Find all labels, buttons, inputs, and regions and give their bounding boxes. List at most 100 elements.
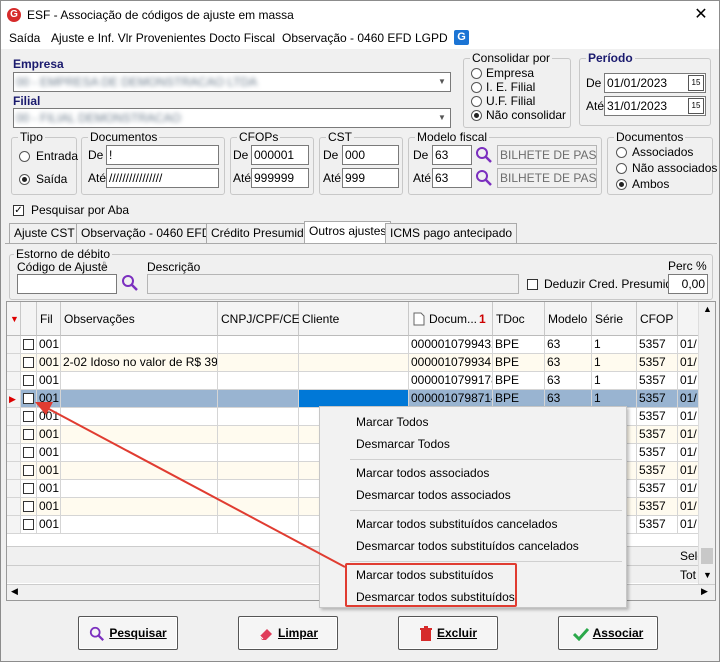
menu-saida[interactable]: Saída	[9, 31, 40, 45]
cst-ate-input[interactable]: 999	[342, 168, 399, 188]
pesquisar-button[interactable]: Pesquisar	[78, 616, 178, 650]
tab-credito-presumido[interactable]: Crédito Presumido	[206, 223, 316, 243]
tab-icms-pago[interactable]: ICMS pago antecipado	[385, 223, 518, 243]
filial-combo[interactable]: 00 - FILIAL DEMONSTRACAO ▼	[13, 108, 451, 128]
radio-saida[interactable]	[19, 174, 30, 185]
row-checkbox[interactable]	[23, 357, 34, 368]
row-checkbox[interactable]	[23, 465, 34, 476]
calendar-icon[interactable]: 15	[688, 75, 704, 91]
cfops-ate-input[interactable]: 999999	[251, 168, 309, 188]
scroll-right-icon[interactable]: ▶	[701, 586, 708, 597]
col-serie[interactable]: Série	[592, 302, 637, 336]
periodo-de-input[interactable]: 01/01/2023 15	[604, 73, 706, 93]
empresa-value: 00 - EMPRESA DE DEMONSTRACAO LTDA	[16, 75, 258, 89]
associar-button[interactable]: Associar	[558, 616, 658, 650]
menu-marcar-todos[interactable]: Marcar Todos	[356, 415, 428, 429]
menu-observacao[interactable]: Observação - 0460 EFD	[282, 31, 411, 45]
excluir-button[interactable]: Excluir	[398, 616, 498, 650]
row-checkbox[interactable]	[23, 429, 34, 440]
row-checkbox-cell	[21, 426, 37, 444]
menu-desmarcar-associados[interactable]: Desmarcar todos associados	[356, 488, 511, 502]
scroll-down-icon[interactable]: ▼	[703, 570, 712, 580]
tab-observacao[interactable]: Observação - 0460 EFD	[76, 223, 216, 243]
documentos-de-label: De	[88, 148, 104, 162]
menu-marcar-substituidos-cancelados[interactable]: Marcar todos substituídos cancelados	[356, 517, 557, 531]
col-fil[interactable]: Fil	[37, 302, 61, 336]
col-documento[interactable]: Docum... 1	[409, 302, 493, 336]
row-checkbox[interactable]	[23, 519, 34, 530]
perc-input[interactable]: 0,00	[668, 274, 708, 294]
modelo-title: Modelo fiscal	[415, 130, 490, 144]
table-cell	[218, 426, 299, 444]
radio-empresa[interactable]	[471, 68, 482, 79]
row-checkbox[interactable]	[23, 501, 34, 512]
calendar-icon[interactable]: 15	[688, 98, 704, 114]
menu-desmarcar-todos[interactable]: Desmarcar Todos	[356, 437, 450, 451]
row-checkbox[interactable]	[23, 393, 34, 404]
limpar-button[interactable]: Limpar	[238, 616, 338, 650]
deduzir-checkbox[interactable]	[527, 279, 538, 290]
row-indicator	[7, 516, 21, 534]
table-cell: 5357	[637, 462, 678, 480]
close-icon[interactable]: ✕	[691, 5, 711, 25]
checkbox-header	[21, 302, 37, 336]
periodo-ate-input[interactable]: 31/01/2023 15	[604, 96, 706, 116]
periodo-de-label: De	[586, 76, 602, 90]
scroll-thumb[interactable]	[701, 548, 713, 564]
row-checkbox[interactable]	[23, 411, 34, 422]
table-cell	[218, 390, 299, 408]
radio-nao-associados[interactable]	[616, 163, 627, 174]
search-icon[interactable]	[121, 274, 139, 292]
pesquisar-aba-label: Pesquisar por Aba	[31, 203, 130, 217]
menu-marcar-associados[interactable]: Marcar todos associados	[356, 466, 489, 480]
documentos-ate-input[interactable]: ////////////////	[106, 168, 219, 188]
radio-associados[interactable]	[616, 147, 627, 158]
col-tdoc[interactable]: TDoc	[493, 302, 545, 336]
col-modelo[interactable]: Modelo	[545, 302, 592, 336]
filial-label: Filial	[13, 94, 41, 108]
periodo-title: Período	[586, 51, 635, 65]
cst-de-input[interactable]: 000	[342, 145, 399, 165]
cfops-de-input[interactable]: 000001	[251, 145, 309, 165]
col-cliente[interactable]: Cliente	[299, 302, 409, 336]
row-checkbox[interactable]	[23, 483, 34, 494]
documentos-de-input[interactable]: !	[106, 145, 219, 165]
row-checkbox[interactable]	[23, 447, 34, 458]
codigo-ajuste-input[interactable]	[17, 274, 117, 294]
periodo-de-value: 01/01/2023	[607, 76, 668, 90]
search-icon[interactable]	[475, 169, 493, 187]
empresa-combo[interactable]: 00 - EMPRESA DE DEMONSTRACAO LTDA ▼	[13, 72, 451, 92]
modelo-de-input[interactable]: 63	[432, 145, 472, 165]
trash-icon	[419, 625, 432, 641]
modelo-ate-input[interactable]: 63	[432, 168, 472, 188]
table-row[interactable]: 001 0000010799178 BPE 63 1 5357 01/	[7, 372, 707, 390]
row-checkbox[interactable]	[23, 339, 34, 350]
table-cell: 001	[37, 480, 61, 498]
menu-desmarcar-substituidos-cancelados[interactable]: Desmarcar todos substituídos cancelados	[356, 539, 579, 553]
row-checkbox[interactable]	[23, 375, 34, 386]
sort-desc-icon: 1	[479, 312, 486, 326]
menu-lgpd[interactable]: LGPD	[415, 31, 448, 45]
col-observacoes[interactable]: Observações	[61, 302, 218, 336]
menu-ajuste[interactable]: Ajuste e Inf. Vlr Provenientes Docto Fis…	[51, 31, 275, 45]
radio-ie-filial[interactable]	[471, 82, 482, 93]
chevron-down-icon: ▼	[438, 77, 446, 86]
col-cnpj[interactable]: CNPJ/CPF/CEI	[218, 302, 303, 336]
vertical-scrollbar[interactable]: ▲ ▼	[698, 302, 715, 584]
radio-entrada[interactable]	[19, 151, 30, 162]
radio-uf-filial[interactable]	[471, 96, 482, 107]
table-row[interactable]: 001 0000010799432 BPE 63 1 5357 01/	[7, 336, 707, 354]
tab-ajuste-cst[interactable]: Ajuste CST	[9, 223, 80, 243]
radio-nao-consolidar[interactable]	[471, 110, 482, 121]
eraser-icon	[259, 628, 272, 640]
col-cfop[interactable]: CFOP	[637, 302, 678, 336]
tab-outros-ajustes[interactable]: Outros ajustes	[304, 221, 392, 243]
table-cell	[299, 354, 409, 372]
radio-ambos[interactable]	[616, 179, 627, 190]
scroll-up-icon[interactable]: ▲	[703, 304, 712, 314]
lgpd-g-icon[interactable]: G	[454, 30, 469, 45]
scroll-left-icon[interactable]: ◀	[11, 586, 18, 597]
search-icon[interactable]	[475, 146, 493, 164]
table-row[interactable]: 001 2-02 Idoso no valor de R$ 39,... 00000…	[7, 354, 707, 372]
pesquisar-aba-checkbox[interactable]: ✓	[13, 205, 24, 216]
